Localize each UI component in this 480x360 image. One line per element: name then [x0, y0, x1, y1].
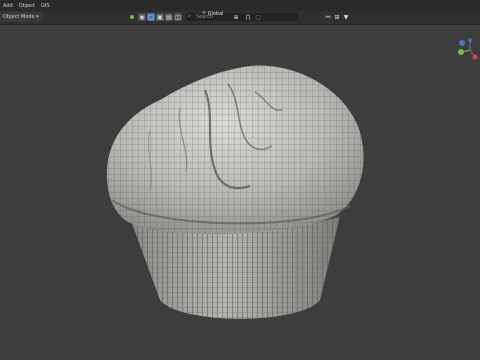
- orientation-icon: ⤧: [202, 11, 207, 17]
- filter-button[interactable]: ▼: [342, 13, 350, 21]
- menu-bar: Add Object GIS: [0, 0, 480, 11]
- tool-header: Object Mode ▾ ◉ ▢ ▣ ▤ ◫ Search ⌕ ⤧ Globa…: [0, 11, 480, 25]
- select-box-icon: ▢: [148, 13, 154, 21]
- filter-icon: ▼: [343, 13, 349, 21]
- menu-add[interactable]: Add: [0, 3, 16, 9]
- cursor-icon: ◉: [139, 13, 145, 21]
- visibility-dot-icon: [130, 15, 134, 19]
- transform-orientation-dropdown[interactable]: ⤧ Global: [202, 11, 224, 17]
- search-icon: ⌕: [188, 13, 191, 19]
- mode-dropdown[interactable]: Object Mode ▾: [0, 12, 42, 22]
- pivot-button[interactable]: ⊕: [232, 13, 240, 21]
- overlay-button[interactable]: ⚯: [324, 13, 332, 21]
- gizmo-toggle-icon: ⊞: [334, 13, 340, 21]
- select-box-button[interactable]: ▢: [147, 13, 155, 21]
- select-extend-icon: ▣: [157, 13, 163, 21]
- gizmo-button[interactable]: ⊞: [333, 13, 341, 21]
- visibility-dot-button[interactable]: [128, 13, 136, 21]
- select-intersect-button[interactable]: ◫: [174, 13, 182, 21]
- select-extend-button[interactable]: ▣: [156, 13, 164, 21]
- viewport-header: ◉ ▢ ▣ ▤ ◫ Search ⌕ ⤧ Global ⊕ ⋂ ◌ ⚯ ⊞ ▼: [128, 11, 350, 23]
- proportional-edit-icon: ◌: [255, 13, 261, 21]
- menu-gis[interactable]: GIS: [38, 3, 53, 9]
- proportional-edit-button[interactable]: ◌: [254, 13, 262, 21]
- menu-object[interactable]: Object: [16, 3, 38, 9]
- snap-button[interactable]: ⋂: [244, 13, 252, 21]
- 3d-viewport[interactable]: [0, 24, 480, 360]
- chevron-down-icon: ▾: [36, 14, 39, 20]
- pivot-icon: ⊕: [233, 13, 239, 21]
- muffin-top: [106, 65, 364, 235]
- mode-label: Object Mode: [3, 14, 35, 20]
- select-subtract-button[interactable]: ▤: [165, 13, 173, 21]
- select-subtract-icon: ▤: [166, 13, 172, 21]
- magnet-snap-icon: ⋂: [245, 13, 251, 21]
- select-intersect-icon: ◫: [175, 13, 181, 21]
- overlay-icon: ⚯: [325, 13, 331, 21]
- cursor-button[interactable]: ◉: [138, 13, 146, 21]
- orientation-label: Global: [207, 11, 224, 17]
